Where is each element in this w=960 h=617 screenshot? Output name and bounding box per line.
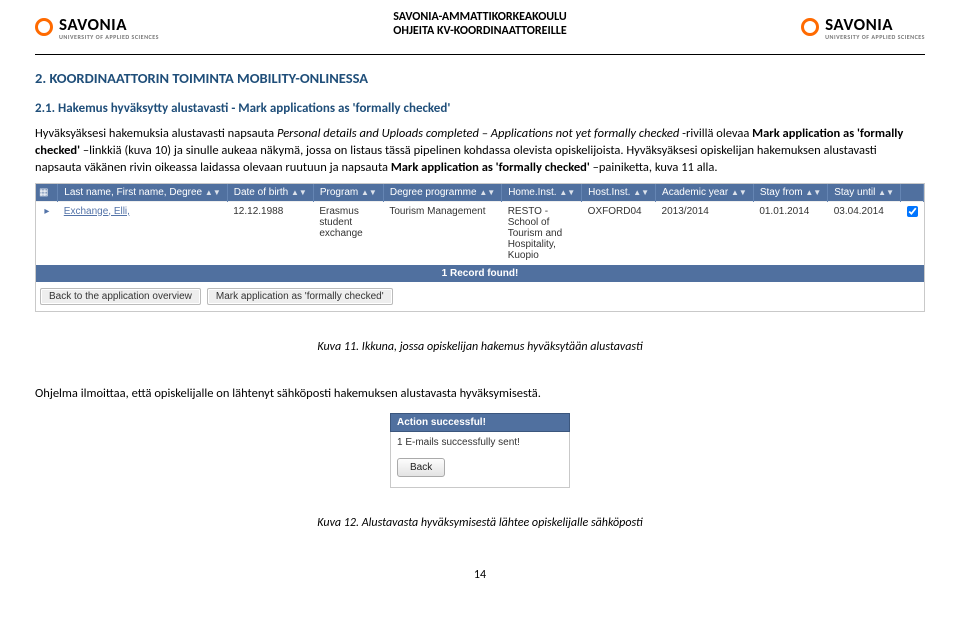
col-year[interactable]: Academic year ▲▼	[656, 184, 754, 202]
header-divider	[35, 54, 925, 55]
sort-icon: ▲▼	[559, 188, 575, 197]
logo-ring-icon	[801, 18, 819, 36]
logo-subtitle: UNIVERSITY OF APPLIED SCIENCES	[59, 33, 159, 41]
header-titles: SAVONIA-AMMATTIKORKEAKOULU OHJEITA KV-KO…	[35, 10, 925, 39]
edit-row-icon[interactable]: ▸	[44, 206, 49, 217]
text-italic: Personal details and Uploads completed –…	[277, 126, 682, 141]
logo-name: SAVONIA	[825, 14, 893, 35]
text: Hyväksyäksesi hakemuksia alustavasti nap…	[35, 126, 277, 141]
text: –painiketta, kuva 11 alla.	[593, 160, 718, 175]
col-name[interactable]: Last name, First name, Degree ▲▼	[58, 184, 227, 202]
sort-icon: ▲▼	[731, 188, 747, 197]
sort-icon: ▲▼	[291, 188, 307, 197]
col-dob[interactable]: Date of birth ▲▼	[227, 184, 313, 202]
action-successful-screenshot: Action successful! 1 E-mails successfull…	[390, 413, 570, 488]
sort-icon: ▲▼	[633, 188, 649, 197]
table-header-row: ▦ Last name, First name, Degree ▲▼ Date …	[36, 184, 924, 202]
cell-degprog: Tourism Management	[383, 201, 501, 265]
col-hostinst[interactable]: Host.Inst. ▲▼	[582, 184, 656, 202]
sort-icon: ▲▼	[205, 188, 221, 197]
col-checkbox: ▦	[36, 184, 58, 202]
cell-from: 01.01.2014	[753, 201, 827, 265]
logo-name: SAVONIA	[59, 14, 127, 35]
intro-paragraph: Hyväksyäksesi hakemuksia alustavasti nap…	[35, 126, 925, 177]
applications-table-screenshot: ▦ Last name, First name, Degree ▲▼ Date …	[35, 183, 925, 312]
dialog-text: 1 E-mails successfully sent!	[397, 437, 563, 448]
subsection-heading: 2.1. Hakemus hyväksytty alustavasti - Ma…	[35, 101, 925, 116]
col-program[interactable]: Program ▲▼	[313, 184, 383, 202]
figure-caption-12: Kuva 12. Alustavasta hyväksymisestä läht…	[35, 516, 925, 530]
logo-left: SAVONIA UNIVERSITY OF APPLIED SCIENCES	[35, 10, 159, 44]
applications-table: ▦ Last name, First name, Degree ▲▼ Date …	[36, 184, 924, 265]
mark-formally-checked-button[interactable]: Mark application as 'formally checked'	[207, 288, 393, 305]
cell-until: 03.04.2014	[828, 201, 901, 265]
section-heading: 2. KOORDINAATTORIN TOIMINTA MOBILITY-ONL…	[35, 69, 925, 87]
col-from[interactable]: Stay from ▲▼	[753, 184, 827, 202]
page-header: SAVONIA UNIVERSITY OF APPLIED SCIENCES S…	[35, 10, 925, 50]
logo-right: SAVONIA UNIVERSITY OF APPLIED SCIENCES	[801, 10, 925, 44]
text-bold: Mark application as 'formally checked'	[391, 160, 590, 175]
col-select	[901, 184, 924, 202]
sort-icon: ▲▼	[361, 188, 377, 197]
back-to-overview-button[interactable]: Back to the application overview	[40, 288, 201, 305]
sort-icon: ▲▼	[479, 188, 495, 197]
col-degprog[interactable]: Degree programme ▲▼	[383, 184, 501, 202]
paragraph-2: Ohjelma ilmoittaa, että opiskelijalle on…	[35, 386, 925, 403]
cell-hostinst: OXFORD04	[582, 201, 656, 265]
dialog-title: Action successful!	[390, 413, 570, 432]
applicant-link[interactable]: Exchange, Elli,	[64, 206, 130, 217]
table-row: ▸ Exchange, Elli, 12.12.1988 Erasmus stu…	[36, 201, 924, 265]
logo-subtitle: UNIVERSITY OF APPLIED SCIENCES	[825, 33, 925, 41]
cell-year: 2013/2014	[656, 201, 754, 265]
cell-dob: 12.12.1988	[227, 201, 313, 265]
col-until[interactable]: Stay until ▲▼	[828, 184, 901, 202]
cell-program: Erasmus student exchange	[313, 201, 383, 265]
logo-ring-icon	[35, 18, 53, 36]
figure-caption-11: Kuva 11. Ikkuna, jossa opiskelijan hakem…	[35, 340, 925, 354]
back-button[interactable]: Back	[397, 458, 445, 477]
document-icon: ▦	[39, 187, 48, 198]
header-title-1: SAVONIA-AMMATTIKORKEAKOULU	[35, 10, 925, 24]
text: -rivillä olevaa	[682, 126, 752, 141]
select-row-checkbox[interactable]	[907, 206, 918, 217]
records-found-bar: 1 Record found!	[36, 265, 924, 282]
table-actions: Back to the application overview Mark ap…	[36, 282, 924, 311]
cell-homeinst: RESTO - School of Tourism and Hospitalit…	[502, 201, 582, 265]
col-homeinst[interactable]: Home.Inst. ▲▼	[502, 184, 582, 202]
sort-icon: ▲▼	[878, 188, 894, 197]
page-number: 14	[35, 568, 925, 582]
sort-icon: ▲▼	[805, 188, 821, 197]
header-title-2: OHJEITA KV-KOORDINAATTOREILLE	[35, 24, 925, 38]
